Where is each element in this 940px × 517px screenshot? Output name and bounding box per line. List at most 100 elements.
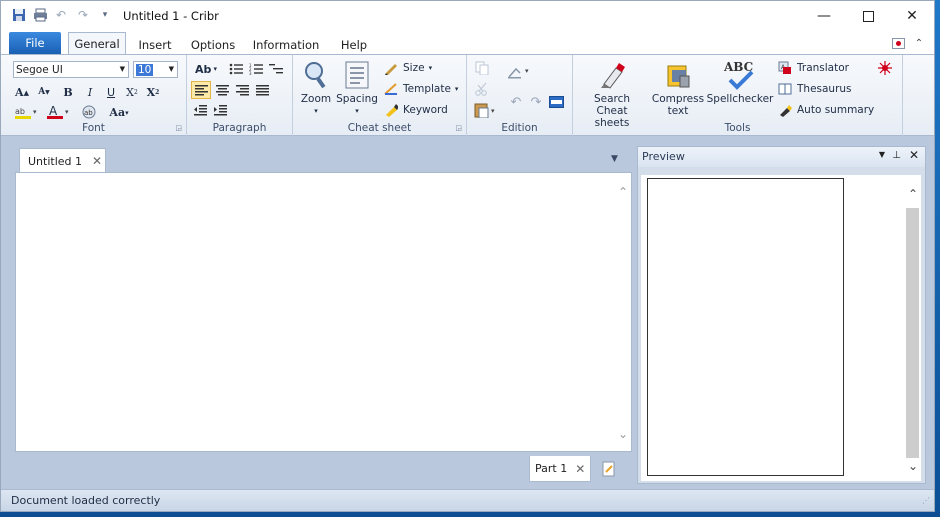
svg-text:ab: ab xyxy=(84,109,93,117)
tab-file[interactable]: File xyxy=(9,32,61,54)
cut-icon[interactable] xyxy=(473,80,491,98)
preview-scrollbar[interactable]: ⌃ ⌄ xyxy=(904,175,921,481)
part-tab[interactable]: Part 1 ✕ xyxy=(529,456,591,482)
scroll-down-icon[interactable]: ⌄ xyxy=(908,459,918,473)
editor-scrollbar[interactable]: ⌃ ⌄ xyxy=(614,173,631,451)
undo-edit-icon[interactable]: ↶ xyxy=(507,93,525,111)
spellchecker-button[interactable]: ABC Spellchecker xyxy=(705,59,775,105)
new-part-icon[interactable] xyxy=(601,461,617,477)
tab-general[interactable]: General xyxy=(68,32,126,55)
group-edition: ▾ ▾ ↶ ↷ Edition xyxy=(467,55,573,136)
highlight-color-button[interactable]: ab ▾ xyxy=(13,103,41,121)
superscript-button[interactable]: X2 xyxy=(144,83,162,101)
size-icon xyxy=(383,60,399,76)
thesaurus-button[interactable]: Thesaurus xyxy=(777,80,852,98)
svg-text:▾: ▾ xyxy=(491,107,495,115)
tab-help[interactable]: Help xyxy=(335,34,373,55)
undo-icon[interactable]: ↶ xyxy=(53,7,69,23)
bullet-list-icon[interactable] xyxy=(227,60,245,78)
preview-title: Preview xyxy=(642,150,685,163)
maximize-button[interactable] xyxy=(846,1,890,31)
pin-icon[interactable]: ⊥ xyxy=(892,150,901,161)
document-list-icon[interactable]: ▼ xyxy=(611,154,618,164)
change-case-button[interactable]: Aa ▾ xyxy=(106,103,132,121)
bold-button[interactable]: B xyxy=(59,83,77,101)
font-dialog-launcher-icon[interactable]: ◲ xyxy=(175,124,182,132)
resize-grip-icon[interactable]: ⋰ xyxy=(922,496,930,505)
editor-area[interactable]: ⌃ ⌄ xyxy=(15,172,632,452)
search-cheatsheets-button[interactable]: Search Cheat sheets xyxy=(579,59,645,129)
preview-panel: Preview ▼ ⊥ ✕ ⌃ ⌄ xyxy=(637,146,926,484)
size-button[interactable]: Size ▾ xyxy=(383,59,432,77)
tab-insert[interactable]: Insert xyxy=(134,34,176,55)
extra-tool-icon[interactable] xyxy=(877,59,893,77)
font-color-button[interactable]: A ▾ xyxy=(45,103,73,121)
compress-text-button[interactable]: Compress text xyxy=(649,59,707,117)
font-name-combo[interactable]: Segoe UI ▼ xyxy=(13,61,129,78)
subscript-button[interactable]: X2 xyxy=(123,83,141,101)
app-window: ↶ ↷ ▾ Untitled 1 - Cribr — ✕ File Genera… xyxy=(0,0,935,512)
zoom-button[interactable]: Zoom ▾ xyxy=(299,59,333,117)
increase-indent-icon[interactable] xyxy=(211,101,229,119)
ribbon-tabs: File General Insert Options Information … xyxy=(1,31,934,55)
underline-button[interactable]: U xyxy=(102,83,120,101)
decrease-indent-icon[interactable] xyxy=(191,101,209,119)
window-title: Untitled 1 - Cribr xyxy=(123,9,219,23)
clear-format-icon[interactable]: ab xyxy=(79,103,99,121)
font-name-value: Segoe UI xyxy=(16,63,63,76)
panel-menu-icon[interactable]: ▼ xyxy=(879,150,885,159)
save-icon[interactable] xyxy=(11,7,27,23)
translator-button[interactable]: A Translator xyxy=(777,59,849,77)
align-right-icon[interactable] xyxy=(233,81,251,99)
svg-text:▾: ▾ xyxy=(525,67,529,75)
scroll-down-icon[interactable]: ⌄ xyxy=(618,427,628,441)
minimize-button[interactable]: — xyxy=(802,1,846,31)
redo-edit-icon[interactable]: ↷ xyxy=(527,93,545,111)
close-button[interactable]: ✕ xyxy=(890,1,934,31)
spacing-icon xyxy=(344,59,370,91)
align-left-icon[interactable] xyxy=(191,81,211,99)
help-icon[interactable] xyxy=(891,36,905,50)
svg-text:A: A xyxy=(49,104,58,118)
auto-summary-button[interactable]: Auto summary xyxy=(777,101,874,119)
numbered-list-icon[interactable]: 123 xyxy=(247,60,265,78)
search-cheatsheets-icon xyxy=(596,59,628,91)
group-label-font: Font xyxy=(82,122,105,134)
document-tab[interactable]: Untitled 1 ✕ xyxy=(19,148,106,173)
justify-icon[interactable] xyxy=(253,81,271,99)
title-bar: ↶ ↷ ▾ Untitled 1 - Cribr — ✕ xyxy=(1,1,934,31)
group-font: Segoe UI ▼ 10 ▼ A ▲ A ▼ B I U X2 X2 ab ▾ A ▾… xyxy=(1,55,187,136)
html-icon[interactable] xyxy=(547,93,565,111)
align-center-icon[interactable] xyxy=(213,81,231,99)
scroll-up-icon[interactable]: ⌃ xyxy=(908,187,918,201)
shrink-font-button[interactable]: A ▼ xyxy=(35,83,53,101)
grow-font-button[interactable]: A ▲ xyxy=(13,83,31,101)
collapse-ribbon-icon[interactable]: ⌃ xyxy=(912,36,926,50)
tab-information[interactable]: Information xyxy=(251,34,321,55)
redo-icon[interactable]: ↷ xyxy=(75,7,91,23)
paste-button[interactable]: ▾ xyxy=(473,101,501,119)
close-panel-icon[interactable]: ✕ xyxy=(909,148,919,162)
spellcheck-icon: ABC xyxy=(720,59,760,91)
multilevel-list-icon[interactable] xyxy=(267,60,285,78)
group-label-cheatsheet: Cheat sheet xyxy=(347,122,412,134)
styles-button[interactable]: Ab ▾ xyxy=(191,60,221,78)
scroll-thumb[interactable] xyxy=(906,208,919,458)
chevron-down-icon: ▼ xyxy=(168,65,174,73)
italic-button[interactable]: I xyxy=(81,83,99,101)
spacing-button[interactable]: Spacing ▾ xyxy=(335,59,379,117)
keyword-button[interactable]: Keyword xyxy=(383,101,448,119)
close-tab-icon[interactable]: ✕ xyxy=(92,154,102,168)
status-bar: Document loaded correctly ⋰ xyxy=(1,489,934,511)
close-part-icon[interactable]: ✕ xyxy=(575,462,585,476)
font-size-combo[interactable]: 10 ▼ xyxy=(133,61,178,78)
customize-icon[interactable]: ▾ xyxy=(97,7,113,23)
template-button[interactable]: Template ▾ xyxy=(383,80,458,98)
copy-icon[interactable] xyxy=(473,59,491,77)
print-icon[interactable] xyxy=(32,7,48,23)
cheatsheet-dialog-launcher-icon[interactable]: ◲ xyxy=(455,124,462,132)
scroll-up-icon[interactable]: ⌃ xyxy=(618,185,628,199)
tab-options[interactable]: Options xyxy=(187,34,239,55)
thesaurus-icon xyxy=(777,81,793,97)
find-icon[interactable]: ▾ xyxy=(505,63,533,81)
